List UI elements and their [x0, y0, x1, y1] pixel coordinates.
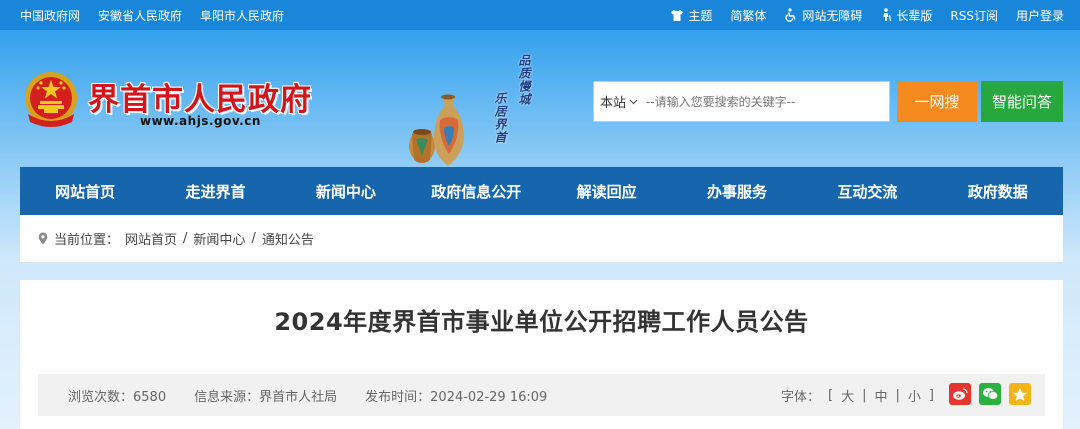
bracket-close: ] [928, 387, 934, 403]
breadcrumb-notices[interactable]: 通知公告 [262, 229, 314, 248]
accessibility-button[interactable]: 网站无障碍 [784, 7, 862, 24]
theme-button[interactable]: 主题 [670, 7, 712, 24]
login-label: 用户登录 [1015, 8, 1064, 23]
slogan-left: 乐居界首 [493, 92, 507, 144]
font-label: 字体： [781, 389, 821, 405]
vase-decoration-icon [409, 94, 464, 166]
views-count: 6580 [133, 389, 167, 405]
top-bar: 中国政府网 安徽省人民政府 阜阳市人民政府 主题 简繁体 网站无障碍 长辈版 R… [0, 0, 1080, 30]
elder-mode-label: 长辈版 [896, 8, 933, 23]
search-button[interactable]: 一网搜 [897, 81, 977, 122]
nav-about[interactable]: 走进界首 [150, 167, 280, 215]
wechat-icon[interactable] [979, 383, 1001, 405]
top-links: 中国政府网 安徽省人民政府 阜阳市人民政府 [20, 0, 284, 30]
date-value: 2024-02-29 16:09 [430, 389, 548, 405]
site-title[interactable]: 界首市人民政府 [88, 74, 312, 119]
search-box: 本站 [593, 81, 890, 122]
breadcrumb-home[interactable]: 网站首页 [125, 229, 177, 248]
nav-gov-info[interactable]: 政府信息公开 [411, 167, 541, 215]
wheelchair-icon [785, 8, 797, 22]
date-label: 发布时间： [365, 389, 431, 405]
font-divider: | [862, 387, 867, 403]
simplified-traditional-button[interactable]: 简繁体 [730, 7, 766, 24]
views-label: 浏览次数： [68, 389, 134, 405]
font-divider: | [895, 387, 900, 403]
site-url: www.ahjs.gov.cn [140, 114, 261, 128]
search-input[interactable] [646, 86, 876, 117]
smart-qa-button[interactable]: 智能问答 [981, 81, 1063, 122]
bracket-open: [ [828, 387, 834, 403]
rss-label: RSS订阅 [950, 8, 998, 23]
link-china-gov[interactable]: 中国政府网 [20, 7, 80, 24]
breadcrumb-separator: / [251, 231, 256, 246]
nav-services[interactable]: 办事服务 [672, 167, 802, 215]
views-info: 浏览次数：6580 [68, 386, 166, 405]
top-tools: 主题 简繁体 网站无障碍 长辈版 RSS订阅 用户登录 [670, 0, 1064, 30]
share-buttons [949, 383, 1031, 405]
qzone-icon[interactable] [1009, 383, 1031, 405]
font-size-control: 字体： [ 大 | 中 | 小 ] [781, 374, 934, 416]
theme-label: 主题 [688, 8, 713, 23]
nav-home[interactable]: 网站首页 [20, 167, 150, 215]
source-label: 信息来源： [194, 389, 260, 405]
source-value: 界首市人社局 [259, 389, 338, 405]
elder-icon [883, 8, 892, 22]
link-fuyang-gov[interactable]: 阜阳市人民政府 [200, 7, 284, 24]
shirt-icon [671, 9, 684, 21]
breadcrumb-news[interactable]: 新闻中心 [193, 229, 245, 248]
login-button[interactable]: 用户登录 [1016, 7, 1064, 24]
location-pin-icon [38, 232, 48, 245]
breadcrumb-prefix: 当前位置： [54, 233, 120, 248]
font-size-medium[interactable]: 中 [875, 386, 888, 405]
search-scope-label: 本站 [600, 96, 627, 111]
elder-mode-button[interactable]: 长辈版 [880, 7, 932, 24]
font-size-large[interactable]: 大 [841, 386, 854, 405]
source-info: 信息来源：界首市人社局 [194, 386, 337, 405]
nav-interaction[interactable]: 互动交流 [802, 167, 932, 215]
slogan: 品质慢城 乐居界首 [486, 52, 546, 162]
link-anhui-gov[interactable]: 安徽省人民政府 [98, 7, 182, 24]
date-info: 发布时间：2024-02-29 16:09 [365, 386, 547, 405]
simplified-traditional-label: 简繁体 [730, 8, 767, 23]
national-emblem-icon [25, 72, 77, 127]
slogan-right: 品质慢城 [517, 54, 531, 106]
search-scope-select[interactable]: 本站 [594, 92, 646, 111]
breadcrumb-separator: / [183, 231, 188, 246]
article-title: 2024年度界首市事业单位公开招聘工作人员公告 [274, 308, 809, 336]
weibo-icon[interactable] [949, 383, 971, 405]
breadcrumb: 当前位置： 网站首页 / 新闻中心 / 通知公告 [20, 215, 1063, 262]
nav-news[interactable]: 新闻中心 [281, 167, 411, 215]
rss-button[interactable]: RSS订阅 [950, 7, 998, 24]
nav-gov-data[interactable]: 政府数据 [933, 167, 1063, 215]
font-size-small[interactable]: 小 [908, 386, 921, 405]
main-nav: 网站首页 走进界首 新闻中心 政府信息公开 解读回应 办事服务 互动交流 政府数… [20, 167, 1063, 215]
nav-interpretation[interactable]: 解读回应 [542, 167, 672, 215]
chevron-down-icon [629, 99, 638, 104]
accessibility-label: 网站无障碍 [802, 8, 863, 23]
